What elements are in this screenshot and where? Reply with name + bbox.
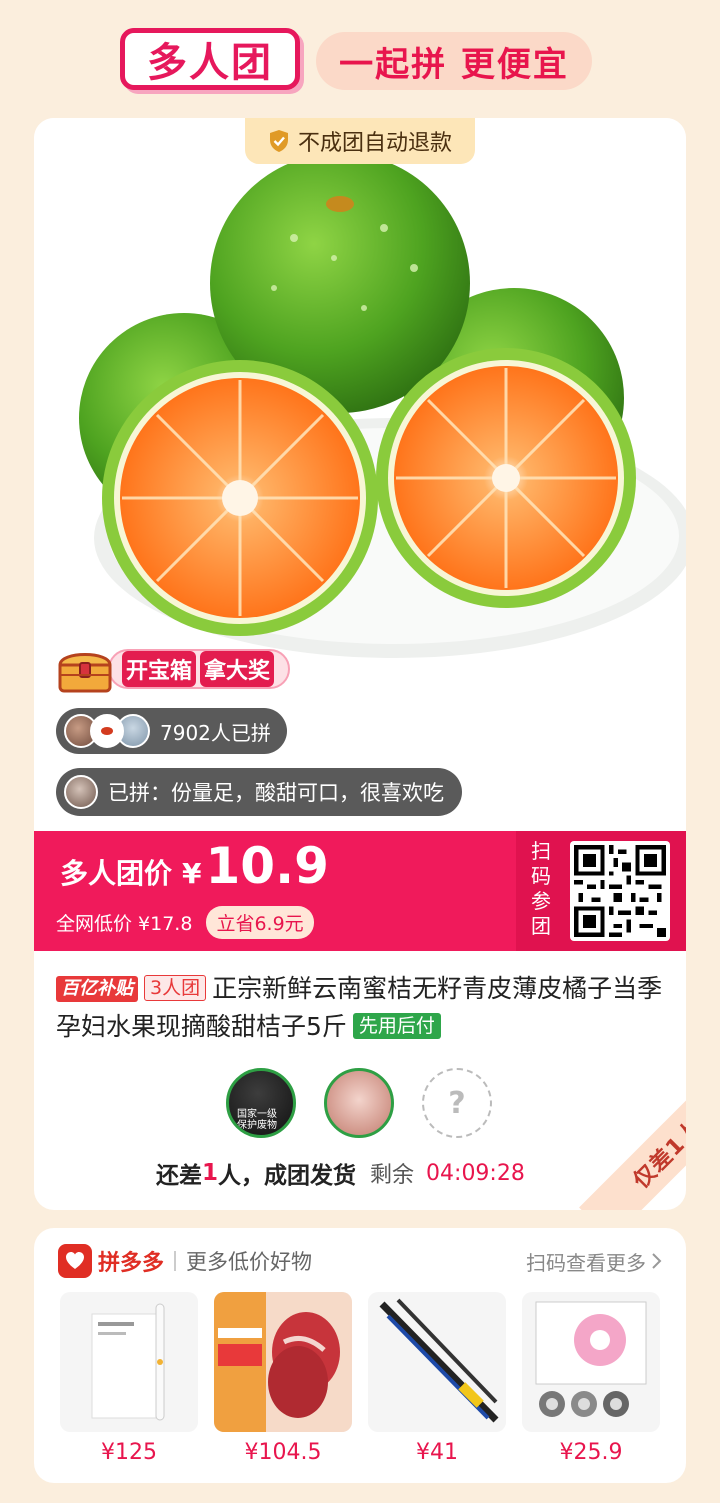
- header: 多人团 一起拼 更便宜: [0, 0, 720, 118]
- meat-product-image: [214, 1292, 352, 1432]
- slogan: 一起拼 更便宜: [316, 32, 592, 90]
- price-band: 多人团价 ¥ 10.9 全网低价 ¥17.8 立省6.9元 扫 码 参 团: [34, 831, 686, 951]
- product-title[interactable]: 百亿补贴 3人团 正宗新鲜云南蜜桔无籽青皮薄皮橘子当季孕妇水果现摘酸甜桔子5斤 先用后…: [56, 970, 668, 1046]
- empty-member-slot[interactable]: ?: [422, 1068, 492, 1138]
- recommend-card: 拼多多 更多低价好物 扫码查看更多 ¥125 ¥104.5 ¥41 ¥25.9: [34, 1228, 686, 1483]
- treasure-word-2: 拿大奖: [200, 651, 275, 687]
- recommend-header: 拼多多 更多低价好物 扫码查看更多: [58, 1244, 662, 1278]
- group-status: 还差 1 人，成团发货 剩余 04:09:28: [156, 1156, 525, 1190]
- pay-later-tag: 先用后付: [352, 1013, 441, 1039]
- scan-char: 参: [531, 889, 551, 913]
- wiper-product-image: [379, 1298, 499, 1423]
- group-member-avatar: 国家一级 保护废物: [226, 1068, 296, 1138]
- qr-code[interactable]: [570, 841, 670, 941]
- currency-symbol: ¥: [182, 857, 202, 890]
- scan-more-label: 扫码查看更多: [526, 1250, 646, 1275]
- joined-count: 7902人已拼: [160, 720, 271, 745]
- save-badge: 立省6.9元: [206, 906, 314, 939]
- product-image[interactable]: [34, 118, 686, 668]
- treasure-label: 开宝箱 拿大奖: [108, 649, 291, 689]
- recommend-brand: 拼多多: [98, 1251, 165, 1276]
- price-label: 多人团价: [60, 857, 173, 890]
- recommend-item[interactable]: ¥25.9: [522, 1292, 660, 1465]
- contact-lens-product-image: [535, 1301, 647, 1417]
- tangerine-photo: [79, 153, 686, 658]
- scan-more-link[interactable]: 扫码查看更多: [526, 1247, 662, 1276]
- recommend-item[interactable]: ¥125: [60, 1292, 198, 1465]
- compare-price: 全网低价 ¥17.8: [56, 913, 193, 935]
- recommend-item-image: [60, 1292, 198, 1432]
- avatar: [90, 714, 124, 748]
- compare-line: 全网低价 ¥17.8 立省6.9元: [56, 906, 314, 939]
- subsidy-tag: 百亿补贴: [56, 976, 138, 1002]
- heart-icon: [66, 1252, 84, 1269]
- review-pill: 已拼：份量足，酸甜可口，很喜欢吃: [56, 768, 462, 816]
- scan-char: 码: [531, 864, 551, 888]
- product-card[interactable]: 不成团自动退款 开宝箱 拿大奖 7902人已拼 已拼：份量足，酸甜可口，很喜欢吃…: [34, 118, 686, 1210]
- need-count: 1: [202, 1160, 219, 1186]
- qr-code-icon: [574, 845, 666, 937]
- ribbon-label: 仅差1人: [579, 1080, 686, 1210]
- refund-guarantee-tag: 不成团自动退款: [245, 118, 475, 164]
- chevron-right-icon: [652, 1253, 662, 1269]
- scan-to-join-panel[interactable]: 扫 码 参 团: [516, 831, 686, 951]
- treasure-word-1: 开宝箱: [122, 651, 197, 687]
- recommend-item-image: [522, 1292, 660, 1432]
- corner-ribbon: 仅差1人: [556, 1080, 686, 1210]
- recommend-item-price: ¥25.9: [559, 1440, 623, 1465]
- review-text: 已拼：份量足，酸甜可口，很喜欢吃: [108, 781, 444, 805]
- group-size-tag: 3人团: [144, 975, 207, 1001]
- scan-char: 扫: [531, 839, 551, 863]
- remain-label: 剩余: [370, 1163, 415, 1188]
- divider: [174, 1251, 177, 1271]
- recommend-item-image: [368, 1292, 506, 1432]
- group-member-avatar: [324, 1068, 394, 1138]
- need-prefix: 还差: [156, 1163, 202, 1189]
- brand-logo: 多人团: [120, 28, 300, 90]
- price-line: 多人团价 ¥ 10.9: [60, 837, 329, 895]
- recommend-item[interactable]: ¥41: [368, 1292, 506, 1465]
- recommend-item-image: [214, 1292, 352, 1432]
- recommend-item-price: ¥104.5: [244, 1440, 322, 1465]
- treasure-chest-icon: [58, 653, 112, 693]
- refund-tag-label: 不成团自动退款: [297, 131, 452, 156]
- scan-char: 团: [531, 914, 551, 938]
- price-value: 10.9: [205, 837, 329, 895]
- recommend-subtitle: 更多低价好物: [186, 1250, 313, 1274]
- recommend-item-price: ¥125: [101, 1440, 157, 1465]
- avatar-caption: 国家一级 保护废物: [237, 1109, 277, 1131]
- countdown-timer: 04:09:28: [426, 1160, 525, 1186]
- shield-check-icon: [269, 130, 288, 152]
- scan-label: 扫 码 参 团: [530, 839, 552, 939]
- joined-count-pill: 7902人已拼: [56, 708, 287, 754]
- treasure-banner[interactable]: 开宝箱 拿大奖: [56, 646, 291, 693]
- pinduoduo-logo-icon: [58, 1244, 92, 1278]
- need-suffix: 人，成团发货: [218, 1163, 357, 1189]
- buyer-avatars: [64, 714, 150, 748]
- avatar: [64, 775, 98, 809]
- recommend-item-price: ¥41: [416, 1440, 458, 1465]
- toothbrush-product-image: [91, 1303, 165, 1421]
- recommend-item[interactable]: ¥104.5: [214, 1292, 352, 1465]
